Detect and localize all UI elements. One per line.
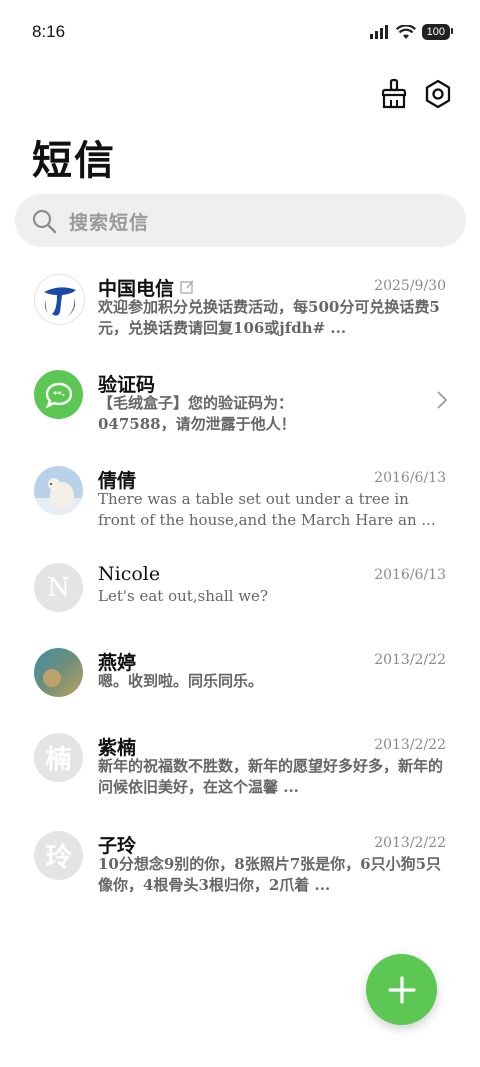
broom-icon <box>381 78 407 109</box>
settings-button[interactable] <box>423 78 455 110</box>
message-preview: There was a table set out under a tree i… <box>98 490 436 529</box>
message-preview: 新年的祝福数不胜数，新年的愿望好多好多，新年的问候依旧美好，在这个温馨 ... <box>98 757 443 796</box>
compose-button[interactable] <box>366 954 437 1025</box>
avatar <box>34 466 83 515</box>
message-date: 2013/2/22 <box>374 652 446 668</box>
china-telecom-logo-icon <box>43 286 76 316</box>
search-placeholder: 搜索短信 <box>69 212 150 234</box>
search-bar[interactable]: 搜索短信 <box>15 194 466 247</box>
message-item[interactable]: 燕婷 2013/2/22 嗯。收到啦。同乐同乐。 <box>0 636 480 721</box>
contact-name: Nicole <box>98 563 161 585</box>
message-date: 2016/6/13 <box>374 567 446 583</box>
photo-avatar-icon <box>34 648 83 697</box>
svg-text:**-: **- <box>53 390 65 399</box>
edit-icon <box>180 280 194 294</box>
message-item[interactable]: **- 验证码 【毛绒盒子】您的验证码为：047588，请勿泄露于他人！ <box>0 358 480 454</box>
message-date: 2013/2/22 <box>374 737 446 753</box>
message-preview: Let's eat out,shall we? <box>98 587 268 605</box>
message-date: 2025/9/30 <box>374 278 446 294</box>
avatar <box>34 274 85 325</box>
message-item[interactable]: 倩倩 2016/6/13 There was a table set out u… <box>0 454 480 551</box>
avatar: N <box>34 563 83 612</box>
avatar <box>34 648 83 697</box>
avatar: 玲 <box>34 831 83 880</box>
message-item[interactable]: 玲 子玲 2013/2/22 10分想念9别的你，8张照片7张是你，6只小狗5只… <box>0 819 480 916</box>
wifi-icon <box>395 24 416 39</box>
clean-button[interactable] <box>379 78 411 110</box>
battery-indicator: 100 <box>421 24 454 40</box>
search-icon <box>32 209 57 234</box>
status-icons: 100 <box>369 24 454 40</box>
message-preview: 嗯。收到啦。同乐同乐。 <box>98 672 264 690</box>
message-list: 中国电信 2025/9/30 欢迎参加积分兑换话费活动，每500分可兑换话费5元… <box>0 262 480 916</box>
message-item[interactable]: 中国电信 2025/9/30 欢迎参加积分兑换话费活动，每500分可兑换话费5元… <box>0 262 480 358</box>
avatar: **- <box>34 370 83 419</box>
message-item[interactable]: N Nicole 2016/6/13 Let's eat out,shall w… <box>0 551 480 636</box>
message-preview: 10分想念9别的你，8张照片7张是你，6只小狗5只像你，4根骨头3根归你，2爪着… <box>98 855 442 894</box>
status-time: 8:16 <box>32 22 66 41</box>
chevron-right-icon[interactable] <box>436 390 448 410</box>
message-bubble-icon: **- <box>45 382 72 408</box>
message-item[interactable]: 楠 紫楠 2013/2/22 新年的祝福数不胜数，新年的愿望好多好多，新年的问候… <box>0 721 480 819</box>
message-preview: 欢迎参加积分兑换话费活动，每500分可兑换话费5元，兑换话费请回复106或jfd… <box>98 298 440 337</box>
message-preview: 【毛绒盒子】您的验证码为：047588，请勿泄露于他人！ <box>98 394 296 433</box>
page-title: 短信 <box>32 137 116 184</box>
signal-icon <box>369 25 388 39</box>
status-bar: 8:16 100 <box>0 0 480 66</box>
gear-icon <box>425 79 451 109</box>
message-date: 2016/6/13 <box>374 470 446 486</box>
polar-bear-photo-icon <box>34 466 83 515</box>
plus-icon <box>387 975 416 1004</box>
message-date: 2013/2/22 <box>374 835 446 851</box>
avatar: 楠 <box>34 733 83 782</box>
